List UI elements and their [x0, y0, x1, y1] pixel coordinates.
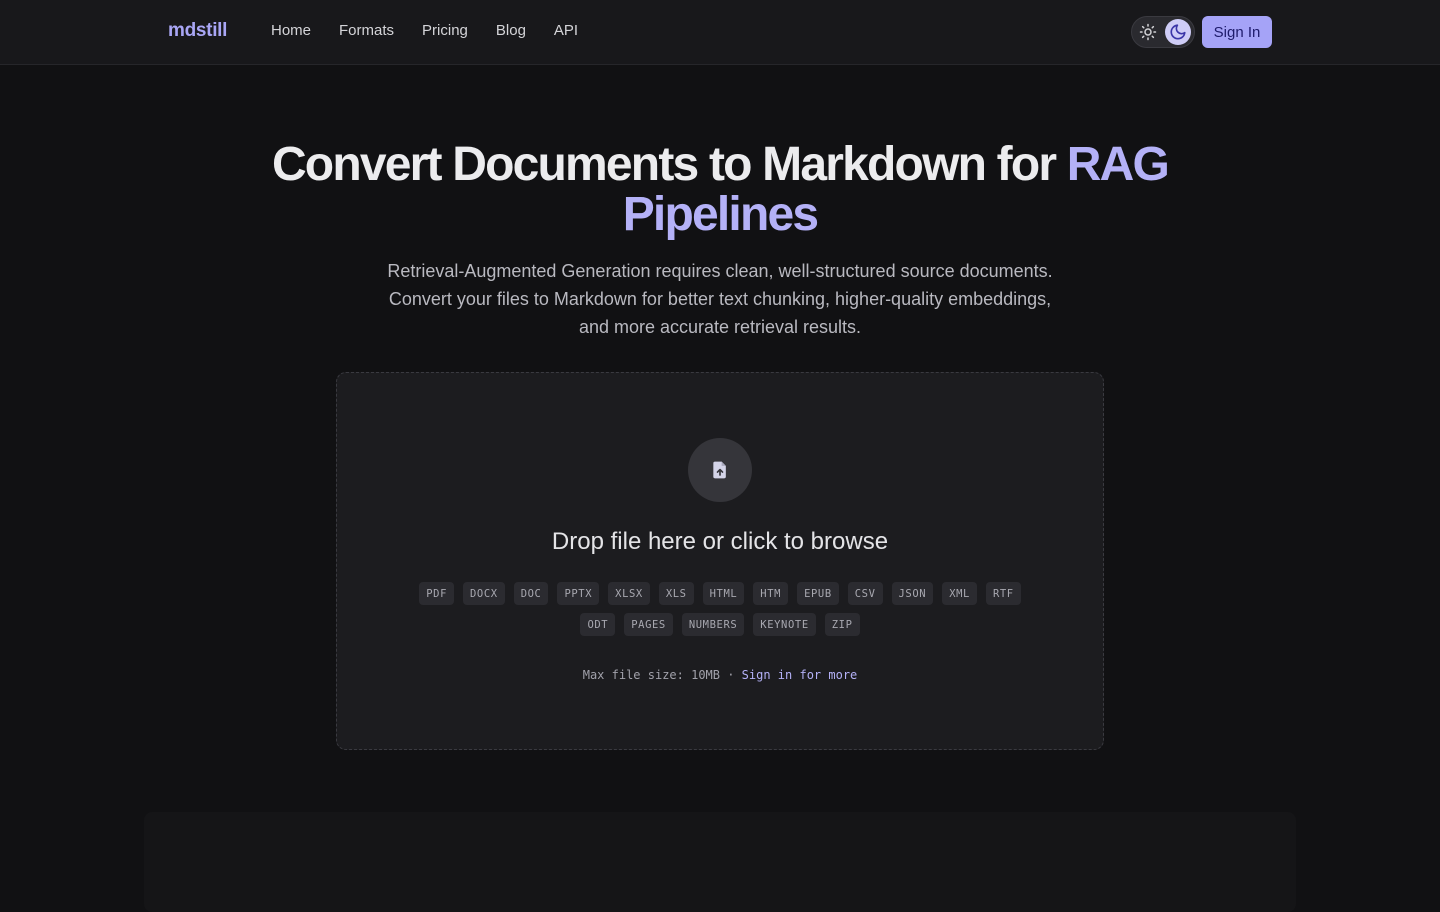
sign-in-button[interactable]: Sign In — [1202, 16, 1272, 48]
file-size-note: Max file size: 10MB · Sign in for more — [337, 668, 1103, 682]
file-dropzone[interactable]: Drop file here or click to browse PDF DO… — [336, 372, 1104, 750]
format-chip: RTF — [985, 582, 1021, 605]
file-upload-icon — [713, 461, 726, 479]
format-chip: PDF — [419, 582, 455, 605]
hero-subtitle: Retrieval-Augmented Generation requires … — [387, 261, 1053, 337]
moon-icon — [1170, 24, 1186, 40]
format-chip: JSON — [891, 582, 934, 605]
content-panel — [144, 812, 1296, 912]
dropzone-title: Drop file here or click to browse — [551, 528, 889, 555]
nav-pricing[interactable]: Pricing — [422, 22, 468, 39]
format-chip: PPTX — [557, 582, 600, 605]
format-chip: EPUB — [797, 582, 839, 605]
light-mode-button[interactable] — [1135, 19, 1161, 45]
nav-api[interactable]: API — [554, 22, 578, 39]
dark-mode-button[interactable] — [1165, 19, 1191, 45]
nav-links: Home Formats Pricing Blog API — [271, 22, 578, 39]
format-chip: DOC — [513, 582, 549, 605]
format-chip: NUMBERS — [681, 613, 745, 636]
top-nav: mdstill Home Formats Pricing Blog API Si… — [0, 0, 1440, 65]
format-chips-row-1: PDF DOCX DOC PPTX XLSX XLS HTML HTM EPUB… — [337, 582, 1103, 605]
format-chip: CSV — [847, 582, 883, 605]
sign-in-for-more-link[interactable]: Sign in for more — [742, 668, 858, 682]
theme-toggle — [1131, 16, 1195, 48]
format-chip: ZIP — [824, 613, 860, 636]
nav-blog[interactable]: Blog — [496, 22, 526, 39]
format-chip: ODT — [580, 613, 616, 636]
format-chip: XLS — [658, 582, 694, 605]
format-chip: DOCX — [463, 582, 505, 605]
format-chip: XLSX — [608, 582, 650, 605]
nav-home[interactable]: Home — [271, 22, 311, 39]
format-chip: XML — [942, 582, 977, 605]
format-chip: HTML — [702, 582, 745, 605]
max-size-text: Max file size: 10MB · — [582, 668, 742, 682]
sun-icon — [1139, 23, 1157, 41]
title-main: Convert Documents to Markdown for — [271, 138, 1067, 191]
format-chip: PAGES — [624, 613, 673, 636]
upload-icon-circle — [688, 438, 752, 502]
format-chip: HTM — [753, 582, 789, 605]
logo[interactable]: mdstill — [168, 20, 227, 42]
format-chip: KEYNOTE — [753, 613, 816, 636]
page-title: Convert Documents to Markdown for RAG Pi… — [220, 140, 1220, 240]
format-chips-row-2: ODT PAGES NUMBERS KEYNOTE ZIP — [337, 613, 1103, 636]
nav-formats[interactable]: Formats — [339, 22, 394, 39]
